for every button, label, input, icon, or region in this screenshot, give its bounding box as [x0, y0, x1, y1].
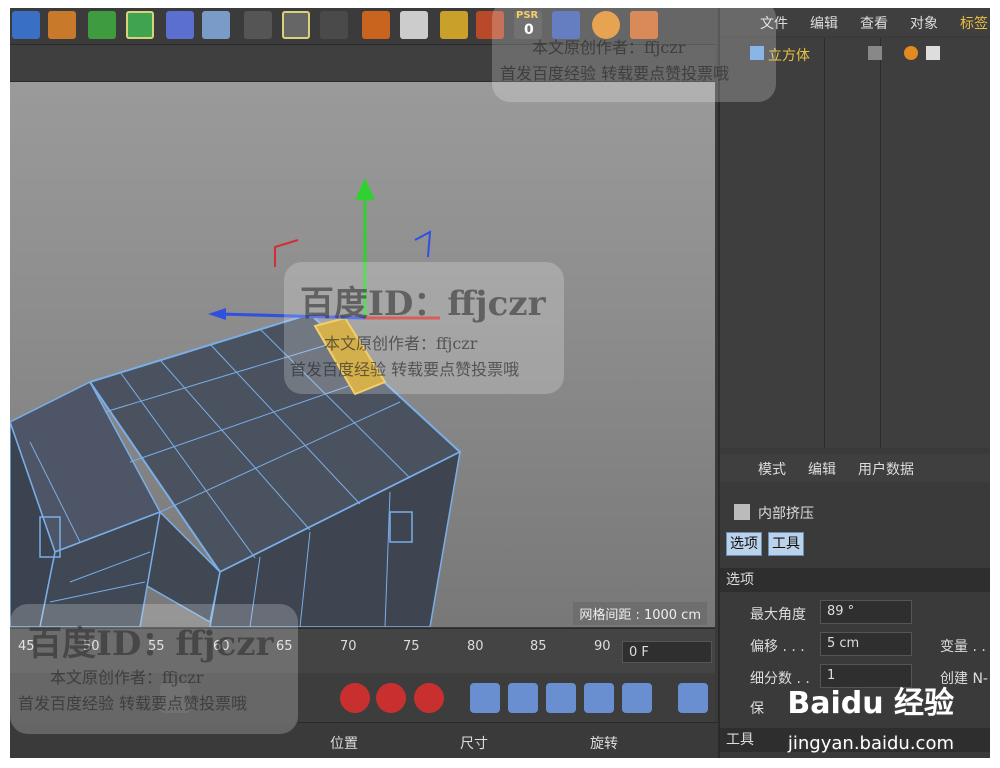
visibility-dots-icon[interactable] [868, 46, 882, 60]
right-panel: 文件 编辑 查看 对象 标签 立方体 模式 编辑 用户数据 内部挤压 选项 工具… [718, 8, 990, 758]
floor-icon[interactable] [202, 11, 230, 39]
watermark-line2: 首发百度经验 转载要点赞投票哦 [500, 64, 730, 83]
menu-edit[interactable]: 编辑 [810, 13, 838, 33]
menu-object[interactable]: 对象 [910, 13, 938, 33]
camera-icon[interactable] [244, 11, 272, 39]
baidu-jingyan-url: jingyan.baidu.com [787, 733, 954, 754]
watermark-line1: 本文原创作者：ffjczr [532, 38, 686, 57]
menu-tags[interactable]: 标签 [960, 13, 988, 33]
watermark-line1: 本文原创作者：ffjczr [50, 668, 204, 687]
light-icon[interactable] [282, 11, 310, 39]
watermark-brand: 百度ID：ffjczr [28, 624, 274, 664]
watermark-center: 百度ID：ffjczr 本文原创作者：ffjczr 首发百度经验 转载要点赞投票… [284, 262, 564, 394]
watermark-line1: 本文原创作者：ffjczr [324, 334, 478, 353]
subdivision-icon[interactable] [88, 11, 116, 39]
var-label: 变量 . . [940, 639, 986, 655]
phong-tag-icon[interactable] [904, 46, 918, 60]
menu-mode[interactable]: 模式 [758, 459, 786, 479]
menu-attr-edit[interactable]: 编辑 [808, 459, 836, 479]
attribute-manager-menu: 模式 编辑 用户数据 [720, 454, 990, 482]
cube-icon[interactable] [12, 11, 40, 39]
baidu-jingyan-logo: Baidu 经验 [787, 686, 954, 721]
ruler-tick: 70 [340, 639, 357, 654]
max-angle-field[interactable]: 89 ° [820, 600, 912, 624]
grid-spacing-label: 网格间距 : 1000 cm [573, 602, 707, 625]
current-frame-field[interactable]: 0 F [622, 641, 712, 663]
ruler-tick: 85 [530, 639, 547, 654]
picture-viewer-icon[interactable] [400, 11, 428, 39]
xyz-icon[interactable] [440, 11, 468, 39]
scale-key-icon[interactable] [508, 683, 538, 713]
tab-options[interactable]: 选项 [726, 532, 762, 556]
preserve-label: 保 [750, 701, 764, 717]
texture-tag-icon[interactable] [926, 46, 940, 60]
offset-label: 偏移 . . . [750, 639, 805, 655]
tab-tool[interactable]: 工具 [768, 532, 804, 556]
watermark-bottom-left: 百度ID：ffjczr 本文原创作者：ffjczr 首发百度经验 转载要点赞投票… [10, 604, 298, 734]
rotate-key-icon[interactable] [546, 683, 576, 713]
watermark-line2: 首发百度经验 转载要点赞投票哦 [18, 694, 248, 713]
max-angle-label: 最大角度 [750, 607, 806, 623]
tool-name: 内部挤压 [758, 506, 814, 522]
film-icon[interactable] [678, 683, 708, 713]
object-row[interactable]: 立方体 [744, 44, 984, 66]
generator-icon[interactable] [126, 11, 154, 39]
menu-view[interactable]: 查看 [860, 13, 888, 33]
size-label: 尺寸 [460, 736, 488, 752]
menu-userdata[interactable]: 用户数据 [858, 459, 914, 479]
ruler-tick: 90 [594, 639, 611, 654]
position-label: 位置 [330, 736, 358, 752]
coordinates-header: 位置 尺寸 旋转 [298, 722, 718, 758]
axis-icon[interactable] [320, 11, 348, 39]
offset-field[interactable]: 5 cm [820, 632, 912, 656]
column-divider [824, 38, 825, 448]
pen-icon[interactable] [48, 11, 76, 39]
column-divider [880, 38, 881, 448]
ruler-tick: 80 [467, 639, 484, 654]
ruler-tick: 75 [403, 639, 420, 654]
watermark-top: 本文原创作者：ffjczr 首发百度经验 转载要点赞投票哦 [492, 0, 776, 102]
keyframe-help-icon[interactable] [414, 683, 444, 713]
point-level-icon[interactable] [622, 683, 652, 713]
deformer-icon[interactable] [166, 11, 194, 39]
record-icon[interactable] [340, 683, 370, 713]
options-section-header: 选项 [720, 568, 990, 592]
move-key-icon[interactable] [470, 683, 500, 713]
autokey-icon[interactable] [376, 683, 406, 713]
watermark-line2: 首发百度经验 转载要点赞投票哦 [290, 360, 520, 379]
rotation-label: 旋转 [590, 736, 618, 752]
render-icon[interactable] [362, 11, 390, 39]
watermark-brand: 百度ID：ffjczr [300, 284, 546, 324]
param-key-icon[interactable] [584, 683, 614, 713]
inner-extrude-icon [734, 504, 750, 520]
